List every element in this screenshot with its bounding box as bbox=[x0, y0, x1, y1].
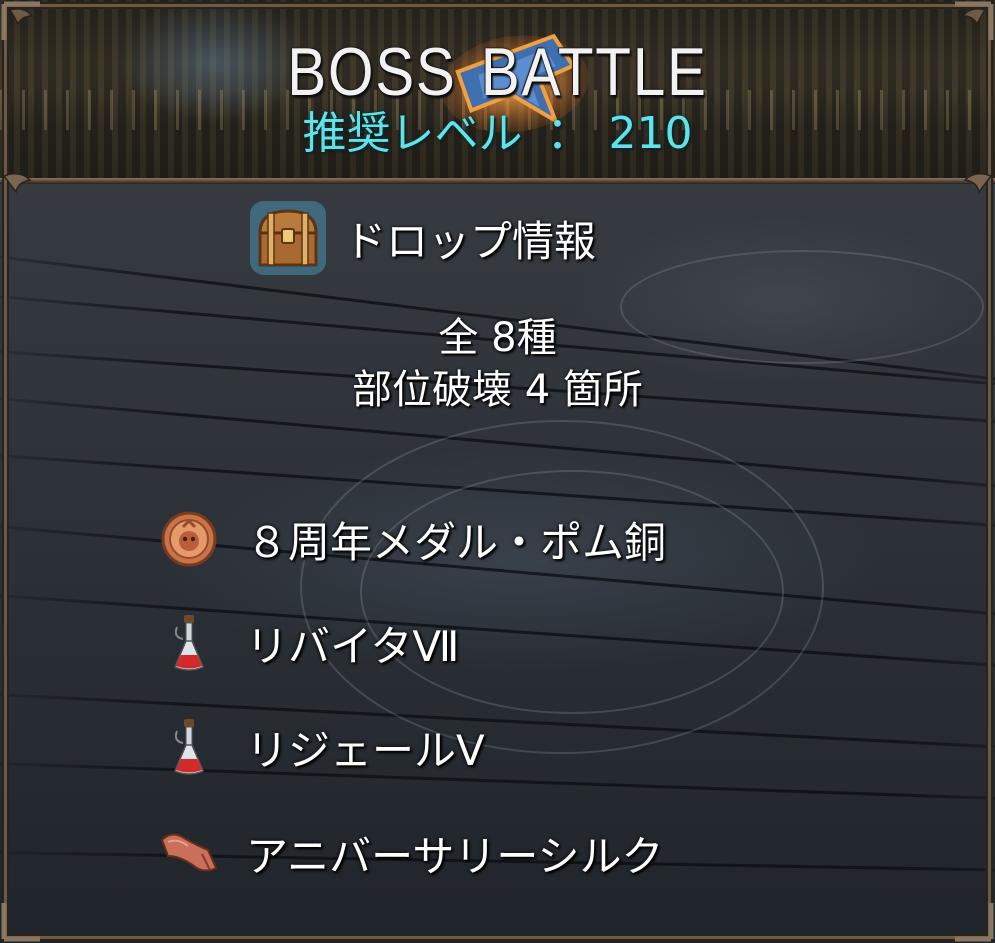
corner-ornament-icon bbox=[955, 903, 994, 942]
corner-ornament-icon bbox=[963, 173, 993, 194]
bronze-medal-icon bbox=[161, 511, 217, 567]
total-kinds: 全 8種 bbox=[438, 315, 557, 361]
level-value: 210 bbox=[608, 108, 693, 159]
corner-ornament-icon bbox=[1, 1, 40, 40]
title-word-battle: BATTLE bbox=[480, 34, 708, 110]
corner-ornament-icon bbox=[2, 173, 32, 194]
corner-ornament-icon bbox=[1, 903, 40, 942]
item-label: アニバーサリーシルク bbox=[246, 831, 664, 881]
item-label: ８周年メダル・ポム銅 bbox=[246, 517, 667, 567]
drop-info-title: ドロップ情報 bbox=[344, 216, 597, 266]
potion-flask-icon bbox=[174, 719, 204, 775]
item-label: リバイタⅦ bbox=[246, 621, 460, 671]
level-separator: ： bbox=[546, 108, 591, 159]
recommended-level: 推奨レベル ： 210 bbox=[0, 106, 995, 162]
header-divider bbox=[0, 178, 995, 184]
list-item: ８周年メダル・ポム銅 bbox=[158, 504, 666, 574]
level-label: 推奨レベル bbox=[302, 108, 523, 159]
potion-flask-icon bbox=[174, 615, 204, 671]
drop-info-header: ドロップ情報 bbox=[248, 198, 596, 278]
title-word-boss: BOSS bbox=[287, 34, 457, 110]
part-break-count: 部位破壊 4 箇所 bbox=[352, 367, 643, 413]
treasure-chest-icon bbox=[250, 201, 326, 275]
item-label: リジェールⅤ bbox=[246, 725, 485, 775]
list-item: リジェールⅤ bbox=[158, 712, 485, 782]
boss-battle-title: BOSS BATTLE bbox=[70, 34, 926, 110]
list-item: リバイタⅦ bbox=[158, 608, 459, 678]
corner-ornament-icon bbox=[955, 1, 994, 40]
silk-cloth-icon bbox=[160, 833, 218, 872]
list-item: アニバーサリーシルク bbox=[158, 818, 663, 888]
